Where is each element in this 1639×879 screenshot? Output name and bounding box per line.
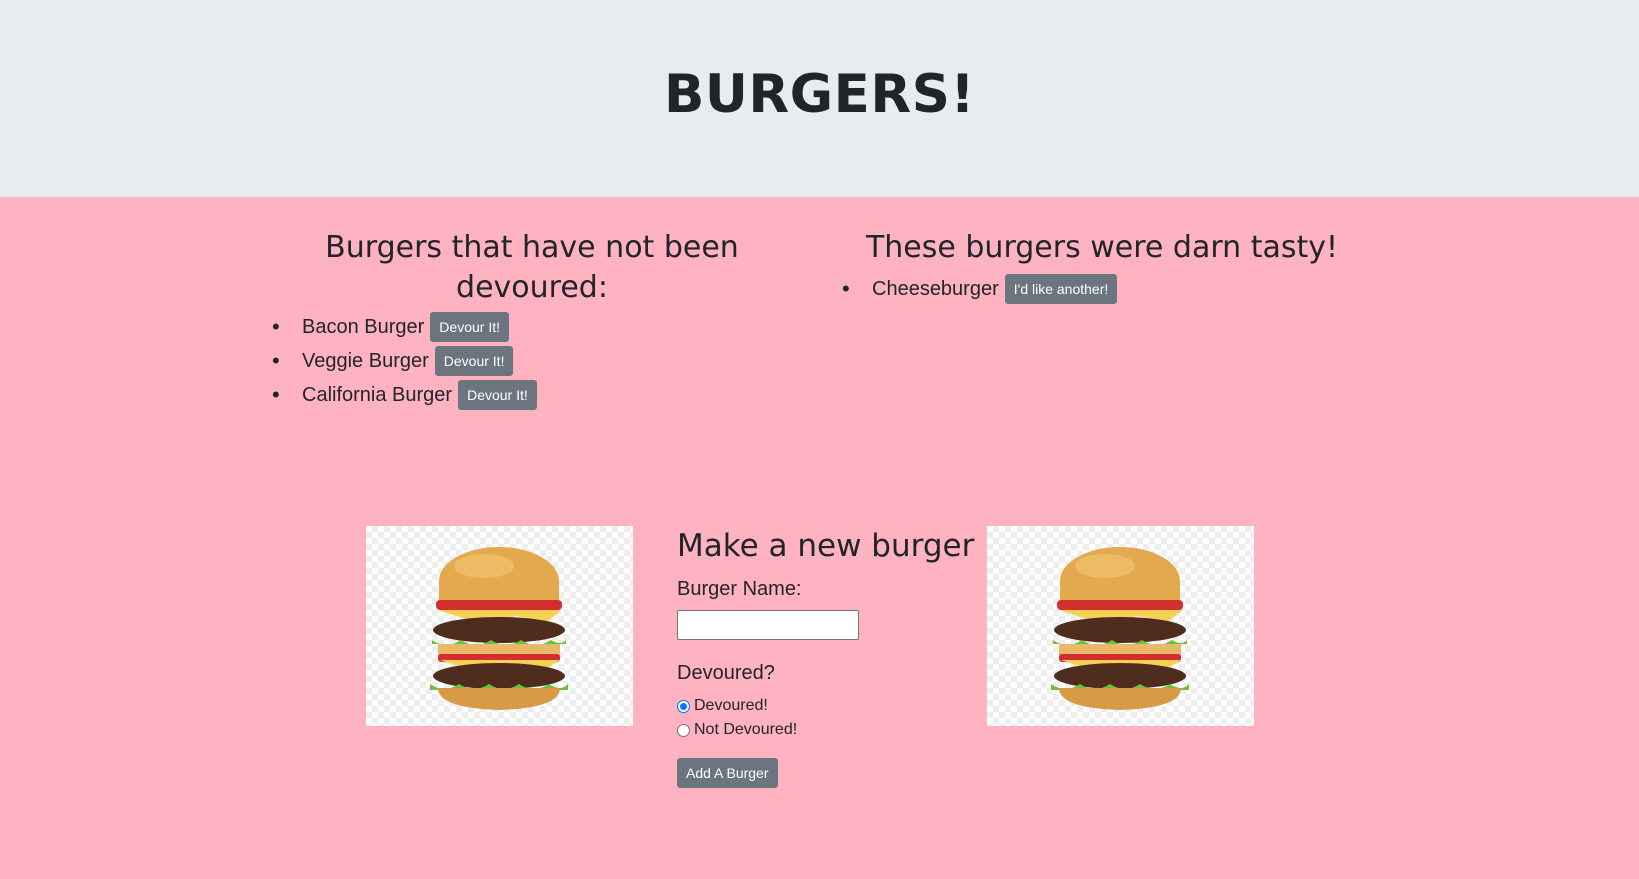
devour-button[interactable]: Devour It! <box>430 312 509 342</box>
devour-button[interactable]: Devour It! <box>434 346 514 376</box>
page-header: BURGERS! <box>0 0 1639 197</box>
not-devoured-section: Burgers that have not been devoured: Bac… <box>270 228 794 412</box>
list-item: Cheeseburger I'd like another! <box>872 272 1364 306</box>
devoured-heading: These burgers were darn tasty! <box>865 230 1339 265</box>
burger-name: Bacon Burger <box>302 316 425 338</box>
order-another-button[interactable]: I'd like another! <box>1004 274 1118 304</box>
devoured-list: Cheeseburger I'd like another! <box>840 272 1364 306</box>
devoured-option[interactable]: Devoured! <box>677 694 977 718</box>
not-devoured-heading: Burgers that have not been devoured: <box>325 230 739 305</box>
devoured-radio[interactable] <box>677 699 690 713</box>
list-item: California Burger Devour It! <box>302 378 794 412</box>
burger-image-right <box>987 526 1254 726</box>
list-item: Veggie Burger Devour It! <box>302 344 794 378</box>
devoured-section: These burgers were darn tasty! Cheesebur… <box>840 228 1364 306</box>
devoured-option-label: Devoured! <box>694 697 768 714</box>
form-heading: Make a new burger <box>677 528 975 564</box>
burger-name-input[interactable] <box>677 610 859 640</box>
not-devoured-option[interactable]: Not Devoured! <box>677 718 977 742</box>
burger-name: Veggie Burger <box>302 350 429 372</box>
list-item: Bacon Burger Devour It! <box>302 310 794 344</box>
devour-button[interactable]: Devour It! <box>458 380 537 410</box>
add-burger-button[interactable]: Add A Burger <box>677 758 778 788</box>
burger-name-label: Burger Name: <box>677 578 802 600</box>
burger-name: California Burger <box>302 384 453 406</box>
not-devoured-list: Bacon Burger Devour It! Veggie Burger De… <box>270 310 794 412</box>
page-title: BURGERS! <box>663 64 976 125</box>
not-devoured-option-label: Not Devoured! <box>694 721 798 738</box>
burger-icon <box>1051 547 1189 710</box>
devoured-label: Devoured? <box>677 662 775 684</box>
burger-name: Cheeseburger <box>872 278 999 300</box>
new-burger-form: Make a new burger Burger Name: Devoured?… <box>677 526 977 788</box>
burger-icon <box>430 547 568 710</box>
not-devoured-radio[interactable] <box>677 723 690 737</box>
burger-image-left <box>366 526 633 726</box>
